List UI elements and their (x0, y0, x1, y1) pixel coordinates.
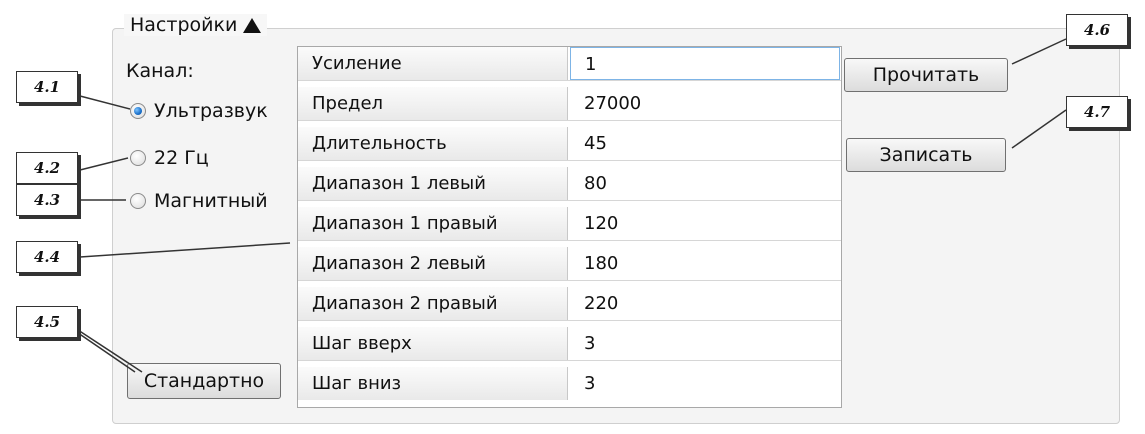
leader-line-4-2 (79, 157, 129, 171)
callout-label: 4.2 (16, 152, 78, 184)
callout-label: 4.4 (16, 241, 78, 273)
callout-label: 4.7 (1066, 96, 1128, 128)
leader-line-4-1 (79, 95, 131, 110)
callout-leader-lines (61, 38, 1067, 373)
callout-label: 4.3 (16, 184, 78, 216)
callout-label: 4.1 (16, 71, 78, 103)
leader-line-4-4 (79, 242, 291, 258)
callout-label: 4.6 (1066, 14, 1128, 46)
leader-line-4-7 (1011, 109, 1067, 149)
leader-line-4-6 (1011, 38, 1067, 65)
leader-line-4-5b (77, 329, 143, 373)
callout-label: 4.5 (16, 306, 78, 338)
